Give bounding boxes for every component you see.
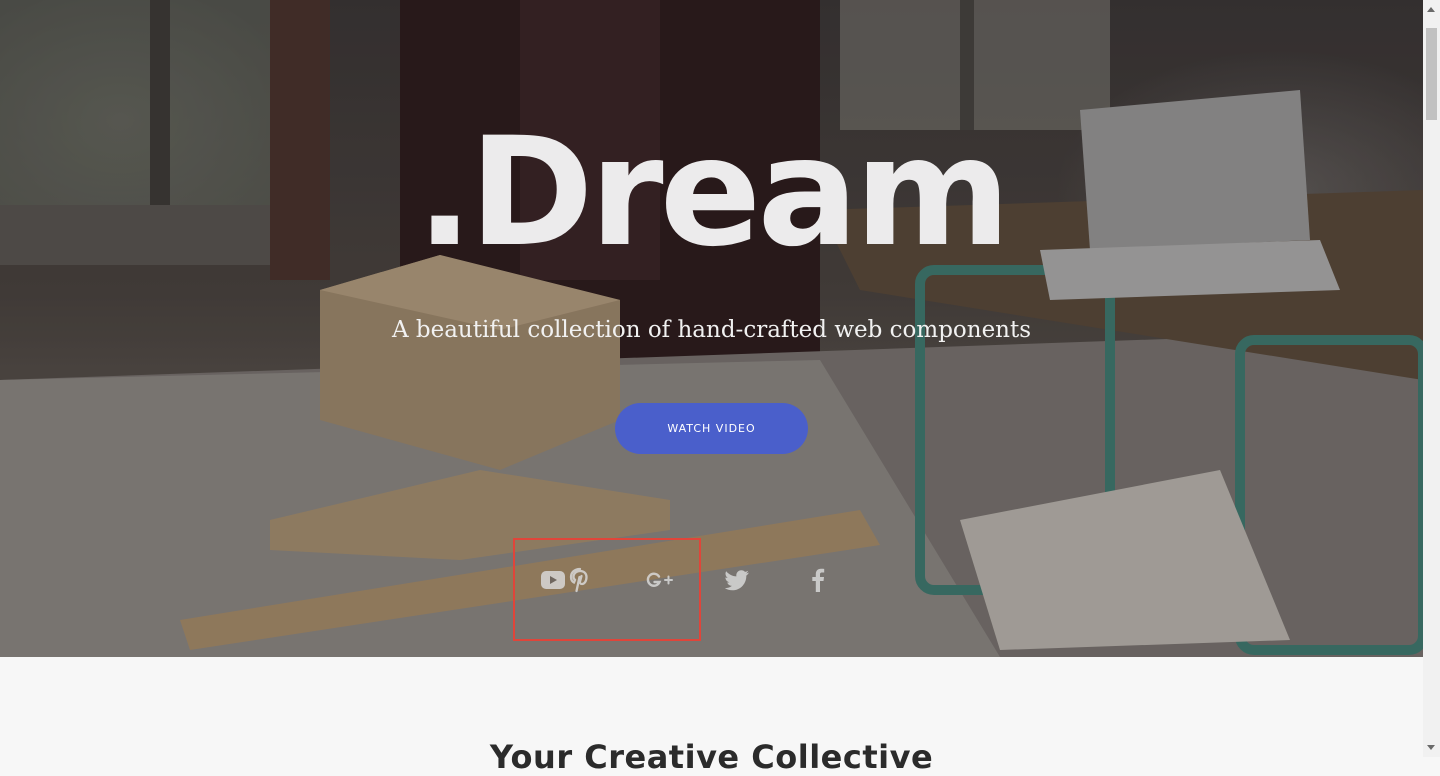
scrollbar-thumb[interactable]: [1426, 28, 1437, 120]
twitter-icon: [725, 570, 749, 591]
facebook-link[interactable]: [803, 565, 833, 595]
watch-video-button[interactable]: WATCH VIDEO: [615, 403, 808, 454]
section-title: Your Creative Collective: [489, 738, 934, 776]
scroll-up-icon[interactable]: [1427, 7, 1435, 12]
hero-section: .Dream A beautiful collection of hand-cr…: [0, 0, 1423, 657]
selection-highlight: [513, 538, 701, 641]
hero-subtitle: A beautiful collection of hand-crafted w…: [391, 317, 1032, 343]
facebook-icon: [812, 568, 825, 592]
page-scrollbar[interactable]: [1423, 0, 1440, 757]
scroll-down-icon[interactable]: [1427, 745, 1435, 750]
twitter-link[interactable]: [723, 565, 753, 595]
hero-title: .Dream: [416, 106, 1011, 280]
